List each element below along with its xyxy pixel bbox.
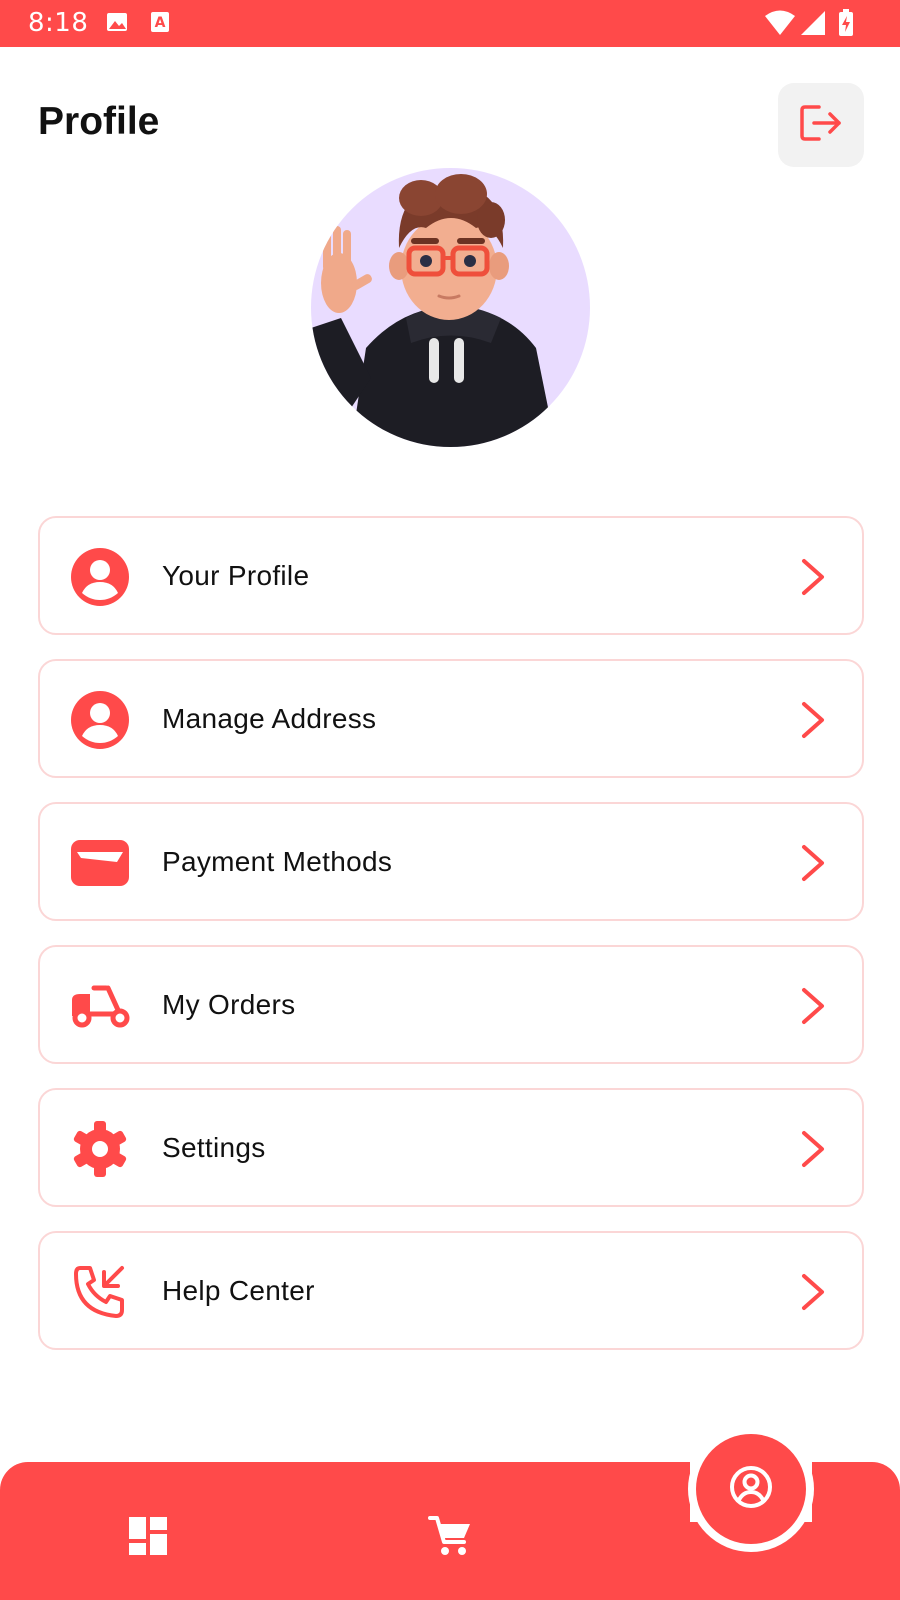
scooter-icon [70, 976, 130, 1036]
cart-icon [428, 1514, 472, 1563]
menu-item-payment-methods[interactable]: Payment Methods [38, 802, 864, 921]
menu-item-label: My Orders [162, 989, 296, 1020]
battery-charging-icon [838, 9, 854, 42]
menu-item-label: Manage Address [162, 703, 377, 734]
logout-icon [799, 103, 843, 148]
profile-menu: Your Profile Manage Address Payment Meth… [38, 516, 864, 1374]
status-time: 8:18 [28, 8, 89, 38]
wifi-icon [764, 10, 796, 41]
phone-incoming-icon [70, 1262, 130, 1322]
gear-icon [70, 1119, 130, 1179]
logout-button[interactable] [778, 83, 864, 167]
chevron-right-icon [798, 1272, 828, 1312]
nav-profile-button[interactable] [696, 1434, 806, 1544]
chevron-right-icon [798, 1129, 828, 1169]
chevron-right-icon [798, 986, 828, 1026]
menu-item-manage-address[interactable]: Manage Address [38, 659, 864, 778]
bottom-nav-background [812, 1462, 900, 1600]
card-icon [70, 833, 130, 893]
menu-item-help-center[interactable]: Help Center [38, 1231, 864, 1350]
avatar-3d-character [311, 174, 556, 447]
svg-text:A: A [155, 15, 166, 31]
image-icon [106, 11, 128, 38]
signal-icon [800, 10, 826, 41]
menu-item-label: Settings [162, 1132, 266, 1163]
page-title: Profile [38, 100, 160, 143]
user-circle-icon [70, 690, 130, 750]
menu-item-my-orders[interactable]: My Orders [38, 945, 864, 1064]
status-bar: 8:18 A [0, 0, 900, 47]
menu-item-label: Payment Methods [162, 846, 393, 877]
menu-item-your-profile[interactable]: Your Profile [38, 516, 864, 635]
menu-item-settings[interactable]: Settings [38, 1088, 864, 1207]
menu-item-label: Your Profile [162, 560, 310, 591]
user-circle-icon [70, 547, 130, 607]
bottom-nav-background [0, 1462, 690, 1600]
chevron-right-icon [798, 843, 828, 883]
menu-item-label: Help Center [162, 1275, 315, 1306]
avatar [311, 168, 590, 447]
nav-cart-button[interactable] [428, 1514, 472, 1563]
chevron-right-icon [798, 700, 828, 740]
text-a-icon: A [150, 11, 170, 38]
chevron-right-icon [798, 557, 828, 597]
nav-dashboard-button[interactable] [128, 1516, 168, 1560]
dashboard-icon [129, 1516, 167, 1560]
bottom-nav [0, 1426, 900, 1600]
profile-circle-icon [729, 1465, 773, 1514]
